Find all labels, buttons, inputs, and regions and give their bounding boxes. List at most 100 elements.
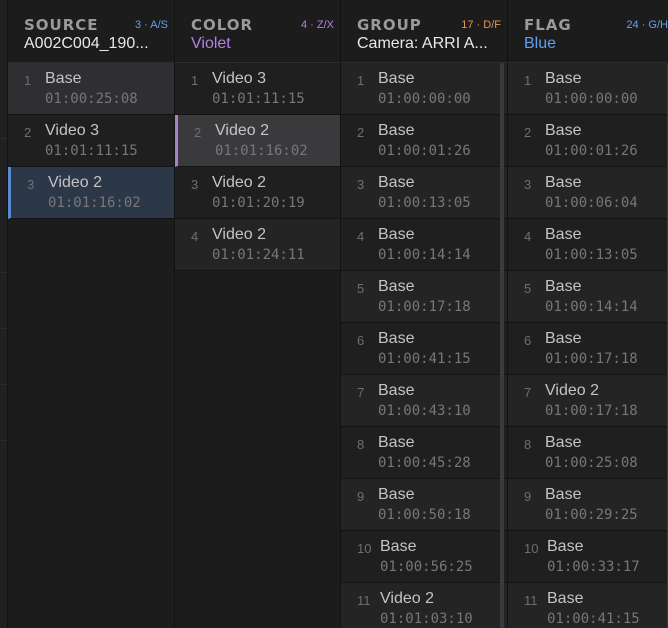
row-track-name: Video 2: [48, 174, 102, 191]
row-index: 5: [524, 281, 532, 296]
row-track-name: Base: [378, 486, 415, 503]
list-item[interactable]: 3 Base 01:00:13:05: [341, 167, 507, 219]
shortcut-hint: 17 · D/F: [461, 19, 501, 31]
row-index: 4: [524, 229, 532, 244]
left-edge-strip: [0, 0, 8, 628]
panel-header[interactable]: SOURCE 3 · A/S A002C004_190...: [8, 0, 174, 63]
row-timecode: 01:01:16:02: [48, 195, 141, 211]
list-item[interactable]: 5 Base 01:00:17:18: [341, 271, 507, 323]
row-index: 3: [191, 177, 199, 192]
row-timecode: 01:00:13:05: [378, 195, 471, 211]
panel-group: GROUP 17 · D/F Camera: ARRI A... 1 Base 01:00…: [341, 0, 508, 628]
panel-color: COLOR 4 · Z/X Violet 1 Video 3 01:01:11:15 2 Vi…: [175, 0, 341, 628]
row-track-name: Base: [378, 70, 415, 87]
list-item[interactable]: 3 Video 2 01:01:16:02: [8, 167, 174, 219]
list-item[interactable]: 11 Video 2 01:01:03:10: [341, 583, 507, 628]
row-timecode: 01:00:17:18: [545, 403, 638, 419]
scrollbar[interactable]: [500, 63, 504, 628]
list-item[interactable]: 3 Base 01:00:06:04: [508, 167, 668, 219]
list-item[interactable]: 8 Base 01:00:25:08: [508, 427, 668, 479]
row-index: 1: [357, 73, 365, 88]
list-item[interactable]: 4 Base 01:00:14:14: [341, 219, 507, 271]
row-track-name: Base: [378, 330, 415, 347]
row-index: 1: [24, 73, 32, 88]
row-timecode: 01:00:25:08: [45, 91, 138, 107]
panel-flag: FLAG 24 · G/H Blue 1 Base 01:00:00:00 2 Base 01:…: [508, 0, 668, 628]
list-item[interactable]: 11 Base 01:00:41:15: [508, 583, 668, 628]
list-item[interactable]: 10 Base 01:00:56:25: [341, 531, 507, 583]
list-item[interactable]: 9 Base 01:00:29:25: [508, 479, 668, 531]
row-track-name: Base: [545, 330, 582, 347]
list-item[interactable]: 1 Base 01:00:00:00: [341, 63, 507, 115]
list-item[interactable]: 8 Base 01:00:45:28: [341, 427, 507, 479]
list-item[interactable]: 2 Base 01:00:01:26: [341, 115, 507, 167]
list-item[interactable]: 2 Video 2 01:01:16:02: [175, 115, 340, 167]
row-track-name: Base: [545, 434, 582, 451]
row-track-name: Base: [378, 434, 415, 451]
row-timecode: 01:00:14:14: [545, 299, 638, 315]
row-index: 11: [357, 593, 371, 608]
row-track-name: Base: [378, 226, 415, 243]
panel-current-value: Blue: [524, 35, 557, 52]
row-index: 1: [191, 73, 199, 88]
row-index: 9: [357, 489, 365, 504]
row-index: 2: [357, 125, 365, 140]
list-item[interactable]: 4 Base 01:00:13:05: [508, 219, 668, 271]
row-timecode: 01:00:41:15: [378, 351, 471, 367]
shortcut-hint: 4 · Z/X: [300, 19, 334, 31]
panel-header[interactable]: GROUP 17 · D/F Camera: ARRI A...: [341, 0, 507, 63]
row-index: 8: [357, 437, 365, 452]
row-index: 6: [357, 333, 365, 348]
row-timecode: 01:00:00:00: [378, 91, 471, 107]
list-item[interactable]: 1 Video 3 01:01:11:15: [175, 63, 340, 115]
list-item[interactable]: 1 Base 01:00:00:00: [508, 63, 668, 115]
strip-divider: [0, 328, 7, 329]
row-index: 10: [524, 541, 539, 556]
row-timecode: 01:01:11:15: [212, 91, 305, 107]
row-timecode: 01:00:45:28: [378, 455, 471, 471]
row-timecode: 01:00:29:25: [545, 507, 638, 523]
panel-title: FLAG: [524, 16, 572, 34]
list-item[interactable]: 3 Video 2 01:01:20:19: [175, 167, 340, 219]
row-track-name: Base: [545, 278, 582, 295]
row-index: 3: [27, 177, 35, 192]
list-item[interactable]: 5 Base 01:00:14:14: [508, 271, 668, 323]
list-item[interactable]: 6 Base 01:00:41:15: [341, 323, 507, 375]
row-index: 5: [357, 281, 365, 296]
list-item[interactable]: 2 Video 3 01:01:11:15: [8, 115, 174, 167]
row-track-name: Video 2: [545, 382, 599, 399]
row-track-name: Video 3: [45, 122, 99, 139]
row-timecode: 01:00:17:18: [378, 299, 471, 315]
row-track-name: Base: [545, 486, 582, 503]
row-timecode: 01:01:03:10: [380, 611, 473, 627]
strip-divider: [0, 384, 7, 385]
list-item[interactable]: 9 Base 01:00:50:18: [341, 479, 507, 531]
list-item[interactable]: 7 Base 01:00:43:10: [341, 375, 507, 427]
panel-header[interactable]: COLOR 4 · Z/X Violet: [175, 0, 340, 63]
list-item[interactable]: 7 Video 2 01:00:17:18: [508, 375, 668, 427]
list-item[interactable]: 1 Base 01:00:25:08: [8, 63, 174, 115]
row-timecode: 01:01:11:15: [45, 143, 138, 159]
row-index: 9: [524, 489, 532, 504]
list-item[interactable]: 10 Base 01:00:33:17: [508, 531, 668, 583]
row-timecode: 01:00:56:25: [380, 559, 473, 575]
strip-divider: [0, 272, 7, 273]
panel-source: SOURCE 3 · A/S A002C004_190... 1 Base 01:00:2…: [8, 0, 175, 628]
row-index: 2: [524, 125, 532, 140]
list-item[interactable]: 2 Base 01:00:01:26: [508, 115, 668, 167]
strip-divider: [0, 440, 7, 441]
row-timecode: 01:01:16:02: [215, 143, 308, 159]
panel-current-value: Camera: ARRI A...: [357, 35, 488, 52]
row-track-name: Base: [378, 122, 415, 139]
panel-header[interactable]: FLAG 24 · G/H Blue: [508, 0, 668, 63]
list-item[interactable]: 6 Base 01:00:17:18: [508, 323, 668, 375]
row-index: 2: [194, 125, 202, 140]
row-track-name: Video 3: [212, 70, 266, 87]
row-index: 4: [357, 229, 365, 244]
row-track-name: Base: [545, 122, 582, 139]
list-item[interactable]: 4 Video 2 01:01:24:11: [175, 219, 340, 271]
row-track-name: Base: [545, 174, 582, 191]
row-timecode: 01:00:01:26: [378, 143, 471, 159]
row-index: 11: [524, 593, 538, 608]
row-track-name: Base: [378, 174, 415, 191]
